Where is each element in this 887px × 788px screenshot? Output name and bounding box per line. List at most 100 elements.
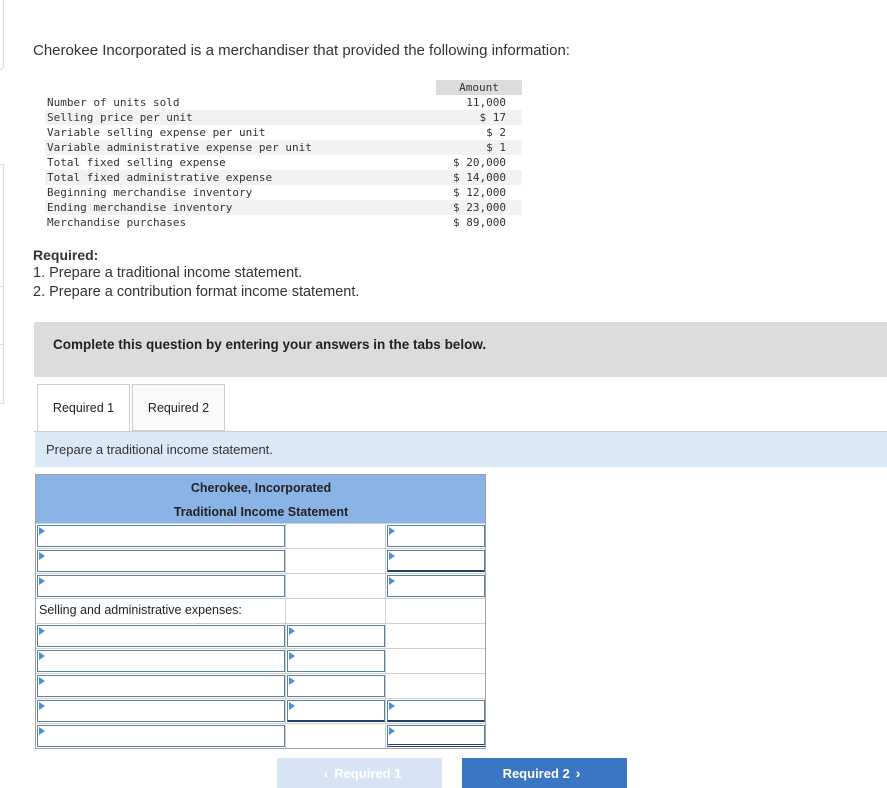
- row-value: $ 2: [486, 126, 506, 139]
- left-panel-edge: [0, 164, 4, 404]
- label-dropdown[interactable]: [37, 725, 285, 747]
- dropdown-indicator-icon: [39, 577, 45, 585]
- total-cell: [386, 674, 486, 698]
- dropdown-indicator-icon: [39, 702, 45, 710]
- amount-input[interactable]: [287, 700, 385, 722]
- table-row: Beginning merchandise inventory $ 12,000: [45, 185, 522, 200]
- income-statement: Cherokee, Incorporated Traditional Incom…: [35, 474, 486, 749]
- amount-input[interactable]: [287, 650, 385, 672]
- row-value: $ 17: [479, 111, 507, 124]
- tab-required-2[interactable]: Required 2: [132, 384, 225, 431]
- total-input[interactable]: [387, 700, 485, 722]
- input-indicator-icon: [289, 652, 295, 660]
- dropdown-indicator-icon: [39, 677, 45, 685]
- total-input[interactable]: [387, 525, 485, 547]
- row-value: $ 12,000: [453, 186, 506, 199]
- label-dropdown[interactable]: [37, 575, 285, 597]
- chevron-right-icon: ›: [575, 765, 581, 781]
- row-label: Variable selling expense per unit: [47, 126, 266, 139]
- amount-cell: [286, 674, 386, 698]
- total-cell: [386, 624, 486, 648]
- amount-input[interactable]: [287, 625, 385, 647]
- label-dropdown[interactable]: [37, 525, 285, 547]
- required-item: 1. Prepare a traditional income statemen…: [33, 265, 303, 281]
- required-heading: Required:: [33, 247, 99, 263]
- amount-column-header: Amount: [436, 80, 522, 95]
- label-cell: [36, 549, 286, 573]
- amount-cell: [286, 624, 386, 648]
- label-cell: [36, 574, 286, 598]
- banner-text: Complete this question by entering your …: [53, 337, 487, 352]
- input-indicator-icon: [389, 702, 395, 710]
- row-label: Number of units sold: [47, 96, 180, 109]
- chevron-left-icon: ‹: [323, 765, 329, 781]
- divider: [0, 344, 4, 345]
- statement-row: [36, 548, 485, 573]
- table-row: Merchandise purchases $ 89,000: [45, 215, 522, 230]
- input-indicator-icon: [389, 552, 395, 560]
- label-dropdown[interactable]: [37, 675, 285, 697]
- statement-row: [36, 648, 485, 673]
- table-row: Variable selling expense per unit $ 2: [45, 125, 522, 140]
- next-required-button[interactable]: Required 2 ›: [462, 758, 627, 788]
- row-label: Selling price per unit: [47, 111, 193, 124]
- label-cell: [36, 524, 286, 548]
- required-item: 2. Prepare a contribution format income …: [33, 284, 360, 300]
- row-value: $ 1: [486, 141, 506, 154]
- total-cell: [386, 649, 486, 673]
- table-row: Ending merchandise inventory $ 23,000: [45, 200, 522, 215]
- amount-cell: [286, 524, 386, 548]
- statement-header: Cherokee, Incorporated Traditional Incom…: [36, 475, 485, 523]
- total-cell: [386, 724, 486, 748]
- amount-cell: [286, 649, 386, 673]
- next-button-label: Required 2: [502, 766, 570, 781]
- tab-required-1[interactable]: Required 1: [37, 384, 130, 432]
- amount-cell: [286, 549, 386, 573]
- table-row: Total fixed selling expense $ 20,000: [45, 155, 522, 170]
- input-indicator-icon: [289, 702, 295, 710]
- table-row: Selling price per unit $ 17: [45, 110, 522, 125]
- row-value: $ 89,000: [453, 216, 506, 229]
- input-indicator-icon: [289, 627, 295, 635]
- row-label: Beginning merchandise inventory: [47, 186, 253, 199]
- total-cell: [386, 524, 486, 548]
- label-dropdown[interactable]: [37, 625, 285, 647]
- label-dropdown[interactable]: [37, 700, 285, 722]
- amount-cell: [286, 574, 386, 598]
- statement-row: [36, 698, 485, 723]
- table-row: Number of units sold 11,000: [45, 95, 522, 110]
- label-cell: [36, 674, 286, 698]
- statement-row: [36, 623, 485, 648]
- table-row: Variable administrative expense per unit…: [45, 140, 522, 155]
- instructions-banner: Complete this question by entering your …: [34, 322, 887, 377]
- input-indicator-icon: [289, 677, 295, 685]
- label-dropdown[interactable]: [37, 550, 285, 572]
- amount-cell: [286, 699, 386, 723]
- total-cell: [386, 599, 486, 623]
- statement-row: [36, 573, 485, 598]
- row-label: Total fixed selling expense: [47, 156, 226, 169]
- info-table-header: Amount: [45, 80, 522, 95]
- total-cell: [386, 574, 486, 598]
- total-input[interactable]: [387, 575, 485, 597]
- statement-row: [36, 673, 485, 698]
- total-cell: [386, 549, 486, 573]
- tab-instruction: Prepare a traditional income statement.: [46, 442, 273, 457]
- total-input[interactable]: [387, 550, 485, 572]
- prev-required-button[interactable]: ‹ Required 1: [277, 758, 442, 788]
- amount-input[interactable]: [287, 675, 385, 697]
- info-table: Amount Number of units sold 11,000 Sellin…: [45, 80, 522, 230]
- dropdown-indicator-icon: [39, 627, 45, 635]
- total-input[interactable]: [387, 725, 485, 747]
- label-cell: [36, 699, 286, 723]
- label-dropdown[interactable]: [37, 650, 285, 672]
- amount-cell: [286, 599, 386, 623]
- row-value: $ 14,000: [453, 171, 506, 184]
- question-intro: Cherokee Incorporated is a merchandiser …: [33, 42, 570, 59]
- table-row: Total fixed administrative expense $ 14,0…: [45, 170, 522, 185]
- row-value: $ 20,000: [453, 156, 506, 169]
- input-indicator-icon: [389, 527, 395, 535]
- row-label: Ending merchandise inventory: [47, 201, 233, 214]
- row-value: 11,000: [466, 96, 506, 109]
- amount-cell: [286, 724, 386, 748]
